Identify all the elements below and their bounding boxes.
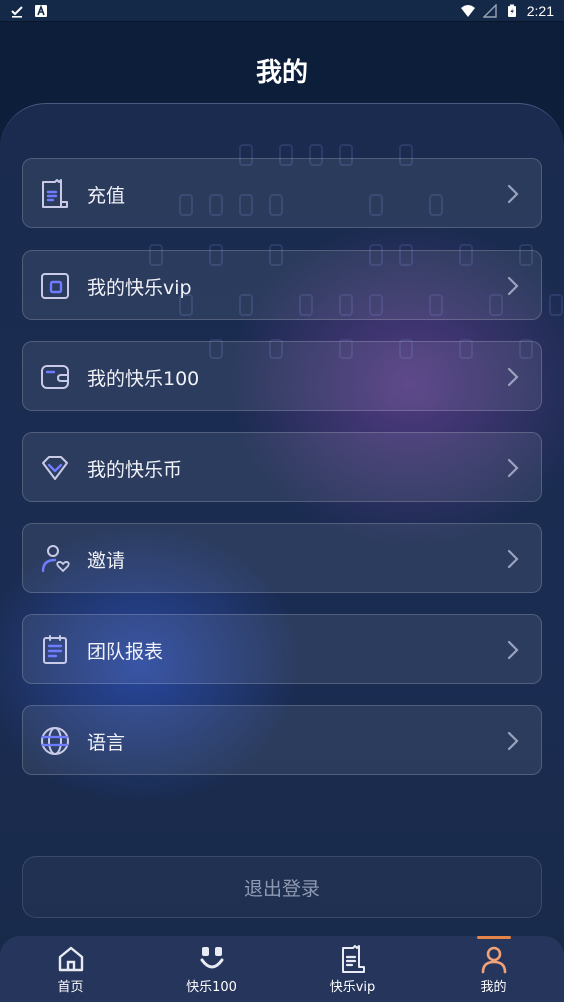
chevron-right-icon [507, 184, 519, 204]
home-icon [58, 946, 83, 972]
chevron-right-icon [507, 276, 519, 296]
nav-label: 首页 [57, 980, 84, 995]
download-done-icon [11, 5, 23, 18]
status-time: 2:21 [526, 2, 554, 19]
nav-home[interactable]: 首页 [0, 936, 141, 1002]
profile-icon [481, 946, 506, 974]
menu-item-label: 语言 [87, 732, 126, 754]
wifi-icon [460, 4, 475, 17]
page-title: 我的 [255, 58, 308, 88]
status-bar: 2:21 [0, 0, 564, 22]
receipt-icon [42, 179, 68, 208]
menu-item-label: 团队报表 [87, 641, 164, 663]
wallet-icon [41, 365, 69, 389]
menu-item-my-vip[interactable]: 我的快乐vip [22, 250, 542, 320]
active-tab-indicator [476, 936, 511, 939]
nav-label: 快乐vip [329, 980, 376, 995]
menu-item-label: 我的快乐vip [87, 277, 192, 299]
chevron-right-icon [507, 367, 519, 387]
menu-item-my-coins[interactable]: 我的快乐币 [22, 432, 542, 502]
signal-icon [482, 3, 497, 18]
menu-item-label: 充值 [87, 185, 126, 207]
app-notification-icon [35, 4, 47, 17]
screen: 2:21 我的 充值 我的快乐vip 我的快乐100 我的快乐币 邀请 团队报表… [0, 0, 564, 1002]
menu-item-label: 邀请 [87, 550, 126, 572]
nav-label: 快乐100 [186, 980, 237, 995]
bottom-nav: 首页 快乐100 快乐vip 我的 [0, 936, 564, 1002]
nav-mine[interactable]: 我的 [423, 936, 564, 1002]
globe-icon [41, 727, 69, 755]
chevron-right-icon [507, 458, 519, 478]
invite-user-icon [41, 545, 70, 573]
menu-item-my-100[interactable]: 我的快乐100 [22, 341, 542, 411]
battery-icon [507, 4, 516, 17]
menu-item-language[interactable]: 语言 [22, 705, 542, 775]
nav-label: 我的 [480, 980, 507, 995]
chevron-right-icon [507, 640, 519, 660]
vip-card-icon [41, 273, 69, 299]
menu-item-label: 我的快乐币 [87, 459, 183, 481]
nav-happy-vip[interactable]: 快乐vip [282, 936, 423, 1002]
menu-item-invite[interactable]: 邀请 [22, 523, 542, 593]
chevron-right-icon [507, 731, 519, 751]
diamond-icon [42, 456, 68, 480]
smile-icon [200, 947, 223, 969]
menu-item-recharge[interactable]: 充值 [22, 158, 542, 228]
receipt-icon [341, 945, 365, 973]
report-clipboard-icon [43, 635, 67, 664]
menu-item-team-report[interactable]: 团队报表 [22, 614, 542, 684]
chevron-right-icon [507, 549, 519, 569]
logout-button[interactable]: 退出登录 [22, 856, 542, 918]
menu-item-label: 我的快乐100 [87, 368, 200, 390]
nav-happy-100[interactable]: 快乐100 [141, 936, 282, 1002]
